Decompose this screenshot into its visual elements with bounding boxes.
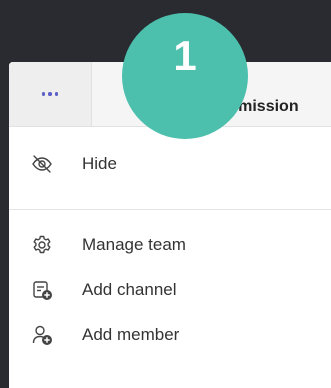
step-number: 1 — [173, 32, 197, 79]
gear-icon — [31, 234, 53, 256]
menu-item-hide[interactable]: Hide — [9, 142, 331, 186]
menu-item-label: Manage team — [82, 235, 186, 254]
menu-divider — [9, 209, 331, 210]
app-window: ermission Hide Manage team Add channel A… — [0, 0, 331, 388]
eye-slash-icon — [31, 153, 53, 175]
menu-item-label: Add member — [82, 325, 180, 344]
menu-item-add-member[interactable]: Add member — [9, 313, 331, 357]
step-number-badge: 1 — [122, 13, 248, 139]
add-channel-icon — [31, 279, 53, 301]
menu-item-manage-team[interactable]: Manage team — [9, 223, 331, 267]
menu-item-label: Hide — [82, 154, 117, 173]
menu-item-label: Add channel — [82, 280, 177, 299]
more-options-button[interactable] — [9, 62, 92, 126]
more-dots-icon — [41, 92, 59, 96]
menu-item-add-channel[interactable]: Add channel — [9, 268, 331, 312]
add-person-icon — [31, 324, 53, 346]
